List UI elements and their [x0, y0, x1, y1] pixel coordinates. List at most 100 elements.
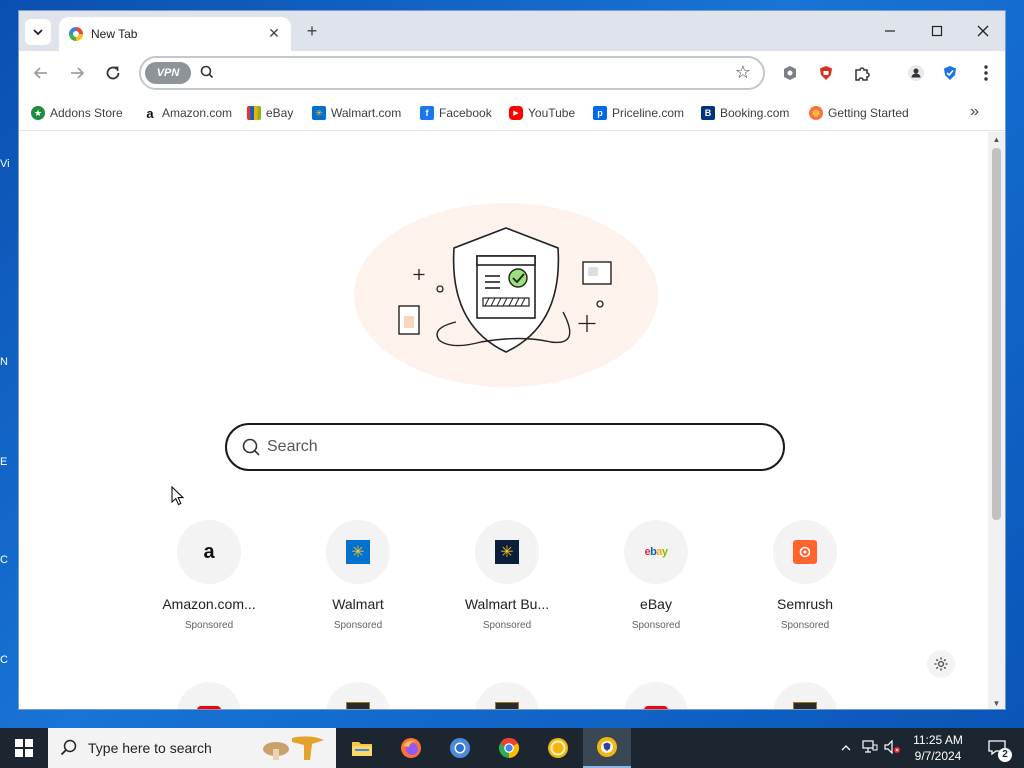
- walmart-icon: ✳: [346, 540, 370, 564]
- chrome-icon: [498, 737, 520, 759]
- profile-icon: [908, 65, 924, 81]
- desktop-icon-label[interactable]: C: [0, 654, 18, 666]
- bookmark-facebook[interactable]: f Facebook: [420, 105, 492, 121]
- firefox-icon: [809, 106, 823, 120]
- forward-button[interactable]: [65, 61, 89, 85]
- taskbar-firefox[interactable]: [387, 728, 435, 768]
- bookmark-ebay[interactable]: eBay: [247, 105, 293, 121]
- tile-semrush[interactable]: Semrush Sponsored: [745, 520, 865, 631]
- desktop-icon-label[interactable]: N: [0, 356, 18, 368]
- search-icon: [242, 438, 260, 456]
- page-search-input[interactable]: [267, 436, 747, 458]
- desktop-icon-label[interactable]: E: [0, 456, 18, 468]
- bookmark-booking[interactable]: B Booking.com: [701, 105, 789, 121]
- taskbar-clock[interactable]: 11:25 AM 9/7/2024: [902, 732, 974, 764]
- tile-walmart[interactable]: ✳ Walmart Sponsored: [298, 520, 418, 631]
- extension-shield-gray[interactable]: [779, 62, 801, 84]
- profile-button[interactable]: [905, 62, 927, 84]
- taskbar-file-explorer[interactable]: [338, 728, 386, 768]
- address-input[interactable]: [221, 63, 721, 83]
- bookmark-amazon[interactable]: a Amazon.com: [143, 105, 232, 121]
- back-button[interactable]: [29, 61, 53, 85]
- bookmark-addons-store[interactable]: ★ Addons Store: [31, 105, 123, 121]
- bookmark-label: Amazon.com: [162, 106, 233, 120]
- gear-icon: [934, 657, 948, 671]
- tile-amazon[interactable]: a Amazon.com... Sponsored: [149, 520, 269, 631]
- new-tab-button[interactable]: +: [301, 20, 323, 42]
- tile-icon-container: [475, 682, 539, 709]
- minimize-icon: [885, 30, 895, 32]
- scroll-thumb[interactable]: [992, 148, 1001, 520]
- menu-button[interactable]: [975, 62, 997, 84]
- tile-sponsored-label: Sponsored: [780, 620, 830, 631]
- volume-muted-icon[interactable]: [884, 739, 902, 757]
- tile-walmart-business[interactable]: ✳ Walmart Bu... Sponsored: [447, 520, 567, 631]
- tile-ebay[interactable]: ebay eBay Sponsored: [596, 520, 716, 631]
- tile-youtube[interactable]: ▶: [149, 682, 269, 709]
- extensions-button[interactable]: [851, 62, 873, 84]
- taskbar-search-box[interactable]: Type here to search: [48, 728, 336, 768]
- tile-icon-container: ▶: [177, 682, 241, 709]
- tab-search-button[interactable]: [25, 19, 51, 45]
- tile-shortcut[interactable]: [745, 682, 865, 709]
- bookmark-label: Addons Store: [50, 106, 123, 120]
- scroll-down-icon[interactable]: ▼: [992, 699, 1001, 708]
- taskbar-chrome[interactable]: [485, 728, 533, 768]
- bookmark-label: eBay: [266, 106, 294, 120]
- bookmark-label: Facebook: [439, 106, 492, 120]
- tab-strip: New Tab ✕ +: [19, 11, 1005, 51]
- arrow-right-icon: [71, 67, 85, 79]
- customize-settings-button[interactable]: [927, 650, 955, 678]
- tile-shortcut[interactable]: [447, 682, 567, 709]
- taskbar-coin-app[interactable]: [534, 728, 582, 768]
- bookmark-label: Walmart.com: [331, 106, 402, 120]
- browser-toolbar: VPN ☆: [19, 51, 1005, 95]
- show-hidden-icons-icon[interactable]: [838, 741, 854, 755]
- bookmark-priceline[interactable]: p Priceline.com: [593, 105, 684, 121]
- tab-new-tab[interactable]: New Tab ✕: [59, 17, 291, 51]
- scroll-up-icon[interactable]: ▲: [992, 135, 1001, 144]
- taskbar-search-placeholder: Type here to search: [88, 740, 212, 756]
- minimize-button[interactable]: [875, 19, 905, 43]
- network-icon[interactable]: [862, 739, 878, 757]
- page-scrollbar[interactable]: ▲ ▼: [988, 132, 1005, 709]
- facebook-icon: f: [420, 106, 434, 120]
- tile-icon-container: [773, 682, 837, 709]
- address-bar[interactable]: VPN ☆: [139, 56, 765, 90]
- desktop-icon-label[interactable]: C: [0, 554, 18, 566]
- tile-youtube[interactable]: ▶: [596, 682, 716, 709]
- taskbar-active-browser[interactable]: [583, 728, 631, 768]
- folder-icon: [352, 742, 372, 756]
- bookmark-walmart[interactable]: ✳ Walmart.com: [312, 105, 401, 121]
- bookmark-youtube[interactable]: ▶ YouTube: [509, 105, 575, 121]
- desktop-icon-label[interactable]: Vi: [0, 158, 18, 170]
- youtube-icon: ▶: [197, 705, 221, 709]
- taskbar-chromium[interactable]: [436, 728, 484, 768]
- vpn-toggle-button[interactable]: VPN: [145, 62, 191, 84]
- extension-shield-blue[interactable]: [939, 62, 961, 84]
- bookmark-star-icon[interactable]: ☆: [735, 62, 751, 83]
- tile-name: Semrush: [776, 596, 834, 612]
- tile-name: eBay: [640, 596, 672, 612]
- notification-center-button[interactable]: 2: [976, 728, 1020, 768]
- maximize-button[interactable]: [922, 19, 952, 43]
- mushroom-search-highlight-icon: [263, 736, 324, 760]
- tile-icon-container: ✳: [475, 520, 539, 584]
- tile-name: Walmart: [332, 596, 384, 612]
- more-bookmarks-icon[interactable]: »: [970, 103, 979, 121]
- close-tab-icon[interactable]: ✕: [265, 24, 283, 42]
- firefox-icon: [401, 738, 421, 758]
- bookmark-label: Booking.com: [720, 106, 790, 120]
- reload-button[interactable]: [101, 61, 125, 85]
- page-search-box[interactable]: [225, 423, 785, 471]
- extension-adblock[interactable]: [815, 62, 837, 84]
- close-window-button[interactable]: [968, 19, 998, 43]
- security-shield-illustration: [354, 203, 658, 387]
- system-tray: [838, 728, 902, 768]
- tile-shortcut[interactable]: [298, 682, 418, 709]
- start-button[interactable]: [0, 728, 48, 768]
- bookmark-getting-started[interactable]: Getting Started: [809, 105, 909, 121]
- browser-logo-icon: [69, 27, 83, 41]
- tile-sponsored-label: Sponsored: [482, 620, 532, 631]
- windows-logo-icon: [15, 739, 33, 757]
